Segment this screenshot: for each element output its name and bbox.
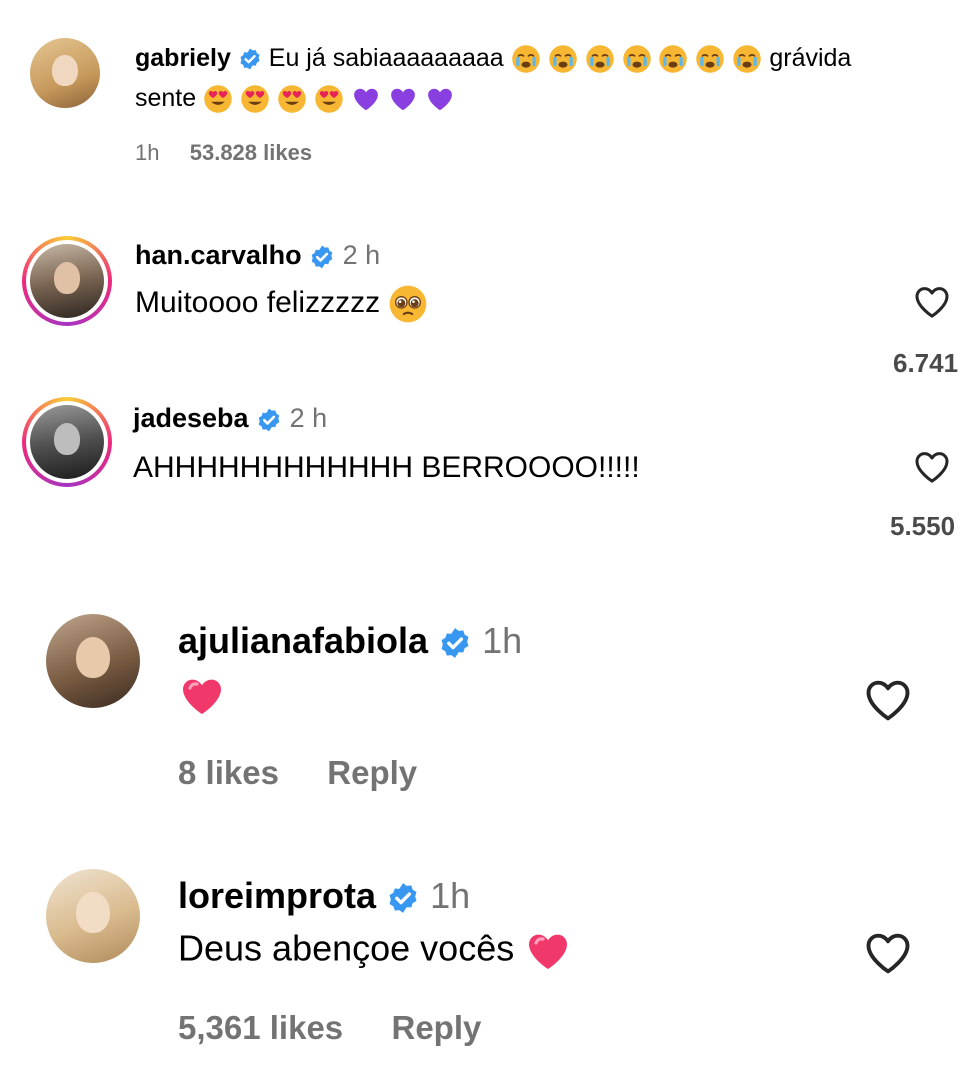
verified-badge-icon xyxy=(309,244,335,270)
caption-meta: 1h 53.828 likes xyxy=(135,140,312,166)
crying-face-emoji xyxy=(585,44,615,74)
comment-username[interactable]: loreimprota xyxy=(178,875,376,916)
like-count: 5.550 xyxy=(890,511,956,541)
comment-header: jadeseba 2 h xyxy=(133,403,327,434)
comment-header: loreimprota 1h xyxy=(178,875,470,917)
avatar xyxy=(30,244,104,318)
crying-face-emoji xyxy=(622,44,652,74)
crying-face-emoji xyxy=(658,44,688,74)
comment-username[interactable]: han.carvalho xyxy=(135,240,302,270)
caption-likes[interactable]: 53.828 likes xyxy=(190,140,312,165)
heart-eyes-emoji xyxy=(314,84,344,114)
verified-badge-icon xyxy=(238,47,262,71)
comment-body: AHHHHHHHHHHHH BERROOOO!!!!! xyxy=(133,451,640,485)
comment-item: jadeseba 2 h AHHHHHHHHHHHH BERROOOO!!!!!… xyxy=(0,385,960,555)
caption-text-3: sente xyxy=(135,84,197,112)
heart-eyes-emoji xyxy=(277,84,307,114)
comment-username[interactable]: ajulianafabiola xyxy=(178,620,428,661)
comment-body xyxy=(178,672,226,720)
like-count: 6.741 xyxy=(893,348,959,378)
comment-likes[interactable]: 5,361 likes xyxy=(178,1009,343,1046)
reply-button[interactable]: Reply xyxy=(392,1009,482,1046)
comment-body: Deus abençoe vocês xyxy=(178,927,572,975)
crying-face-emoji xyxy=(695,44,725,74)
heart-eyes-emoji xyxy=(203,84,233,114)
purple-heart-emoji xyxy=(425,84,455,114)
purple-heart-emoji xyxy=(351,84,381,114)
like-heart-icon[interactable] xyxy=(912,282,952,327)
heart-eyes-emoji xyxy=(240,84,270,114)
purple-heart-emoji xyxy=(388,84,418,114)
reply-button[interactable]: Reply xyxy=(327,754,417,791)
comment-meta: 8 likes Reply xyxy=(178,754,417,792)
crying-face-emoji xyxy=(732,44,762,74)
comment-likes[interactable]: 8 likes xyxy=(178,754,279,791)
caption-time[interactable]: 1h xyxy=(135,140,159,165)
verified-badge-icon xyxy=(438,626,472,660)
pleading-face-emoji xyxy=(388,284,428,324)
comment-text: AHHHHHHHHHHHH BERROOOO!!!!! xyxy=(133,451,640,484)
caption: gabriely Eu já sabiaaaaaaaaa grávida sen… xyxy=(0,0,960,200)
red-heart-emoji xyxy=(524,927,572,975)
avatar[interactable] xyxy=(30,38,100,108)
comment-time: 1h xyxy=(430,875,471,916)
comment-item: loreimprota 1h Deus abençoe vocês 5,361 … xyxy=(0,855,960,1080)
comment-item: ajulianafabiola 1h 8 likes Reply xyxy=(0,600,960,820)
story-ring[interactable] xyxy=(22,397,112,487)
comment-time: 1h xyxy=(482,620,523,661)
avatar[interactable] xyxy=(46,614,140,708)
comment-header: ajulianafabiola 1h xyxy=(178,620,522,662)
caption-line-2: sente xyxy=(135,84,455,114)
comment-text: Muitoooo felizzzzz xyxy=(135,285,381,319)
red-heart-emoji xyxy=(178,672,226,720)
crying-face-emoji xyxy=(548,44,578,74)
caption-text: Eu já sabiaaaaaaaaa xyxy=(268,44,504,72)
verified-badge-icon xyxy=(256,407,282,433)
verified-badge-icon xyxy=(386,881,420,915)
like-heart-icon[interactable] xyxy=(862,927,914,984)
story-ring[interactable] xyxy=(22,236,112,326)
comment-time: 2 h xyxy=(289,403,328,433)
crying-face-emoji xyxy=(511,44,541,74)
comment-body: Muitoooo felizzzzz xyxy=(135,284,428,324)
caption-line-1: gabriely Eu já sabiaaaaaaaaa grávida xyxy=(135,44,851,74)
avatar[interactable] xyxy=(46,869,140,963)
comment-item: han.carvalho 2 h Muitoooo felizzzzz 6.74… xyxy=(0,220,960,380)
comment-header: han.carvalho 2 h xyxy=(135,240,380,271)
like-heart-icon[interactable] xyxy=(912,447,952,492)
like-heart-icon[interactable] xyxy=(862,674,914,731)
avatar xyxy=(30,405,104,479)
caption-text-2: grávida xyxy=(769,44,852,72)
comment-text: Deus abençoe vocês xyxy=(178,927,515,969)
comment-meta: 5,361 likes Reply xyxy=(178,1009,481,1047)
comment-username[interactable]: jadeseba xyxy=(133,403,249,433)
comment-time: 2 h xyxy=(342,240,381,270)
caption-username[interactable]: gabriely xyxy=(135,44,231,72)
